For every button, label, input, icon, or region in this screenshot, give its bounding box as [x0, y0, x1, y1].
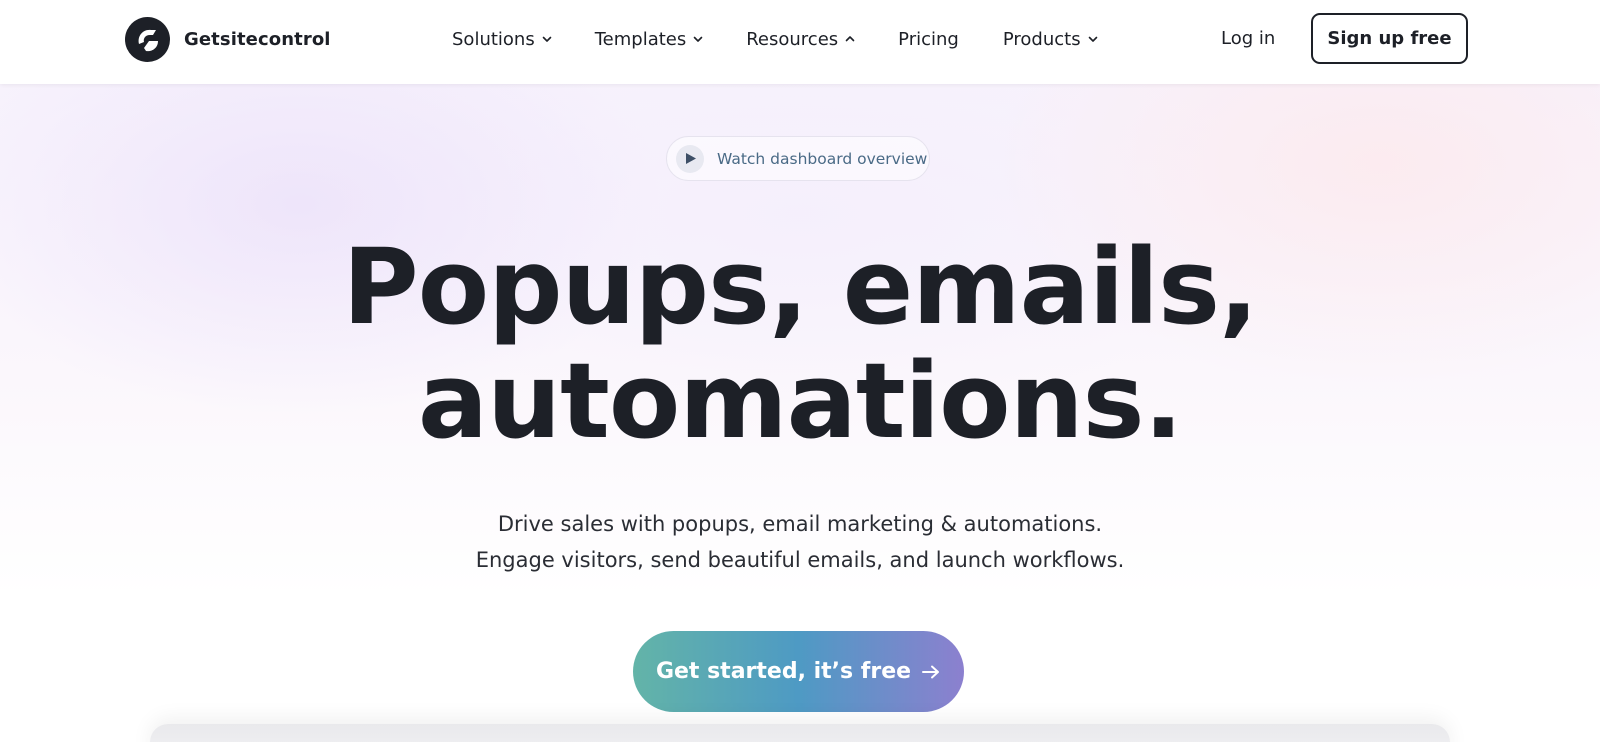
- play-button-circle: [676, 144, 704, 173]
- nav-item-label: Products: [1002, 28, 1081, 50]
- nav-item-templates[interactable]: Templates: [595, 29, 705, 50]
- watch-overview-label: Watch dashboard overview: [717, 149, 928, 168]
- chevron-up-icon: [845, 36, 855, 42]
- logo-link[interactable]: Getsitecontrol: [125, 17, 331, 62]
- nav-item-products[interactable]: Products: [1003, 29, 1099, 50]
- headline-line: automations.: [417, 340, 1183, 462]
- signup-button[interactable]: Sign up free: [1311, 13, 1468, 64]
- subtext-line: Engage visitors, send beautiful emails, …: [475, 548, 1125, 572]
- nav-item-label: Resources: [746, 28, 839, 50]
- chevron-down-icon: [1088, 36, 1097, 42]
- nav-item-label: Templates: [594, 28, 687, 50]
- headline-line: Popups, emails,: [342, 226, 1258, 348]
- nav-item-solutions[interactable]: Solutions: [452, 29, 553, 50]
- nav-item-label: Solutions: [452, 28, 535, 50]
- play-icon: [686, 153, 696, 164]
- hero-subtext: Drive sales with popups, email marketing…: [0, 506, 1600, 578]
- getsitecontrol-logo-icon: [125, 17, 170, 62]
- chevron-down-icon: [542, 36, 552, 42]
- login-link[interactable]: Log in: [1221, 28, 1275, 49]
- get-started-label: Get started, it’s free: [655, 659, 912, 684]
- get-started-button[interactable]: Get started, it’s free: [633, 631, 964, 712]
- page: Getsitecontrol Solutions Templates Resou…: [0, 0, 1600, 742]
- dashboard-preview-edge: [150, 724, 1450, 742]
- subtext-line: Drive sales with popups, email marketing…: [497, 512, 1103, 536]
- nav-item-resources[interactable]: Resources: [746, 29, 856, 50]
- main-nav: Solutions Templates Resources Pricing Pr…: [452, 0, 1099, 78]
- nav-item-pricing[interactable]: Pricing: [898, 29, 959, 50]
- logo-text: Getsitecontrol: [184, 29, 331, 50]
- watch-overview-button[interactable]: Watch dashboard overview: [666, 136, 930, 181]
- hero-headline: Popups, emails, automations.: [0, 230, 1600, 458]
- site-header: Getsitecontrol Solutions Templates Resou…: [0, 0, 1600, 84]
- arrow-right-icon: [922, 665, 940, 678]
- chevron-down-icon: [693, 36, 703, 42]
- nav-item-label: Pricing: [898, 28, 959, 50]
